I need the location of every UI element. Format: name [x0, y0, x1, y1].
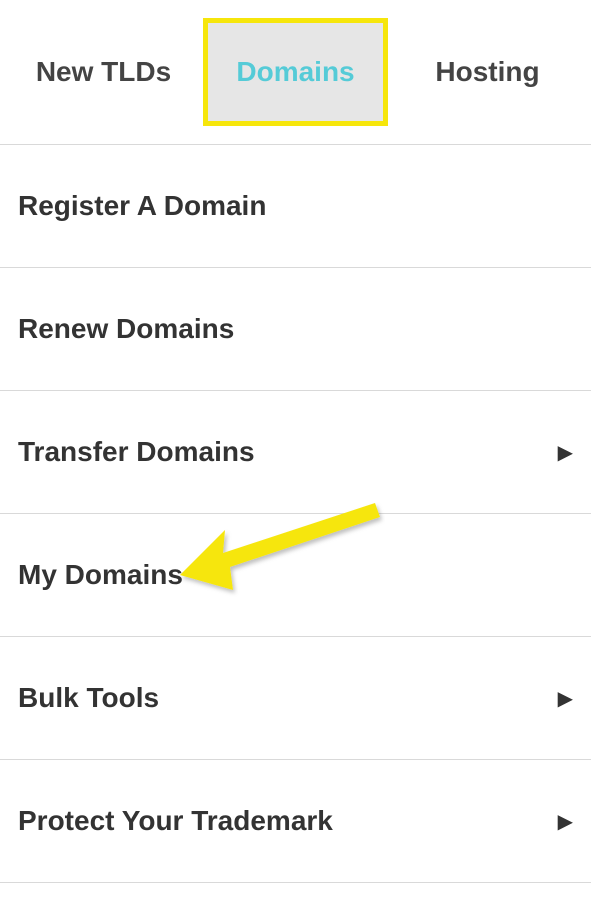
tab-new-tlds[interactable]: New TLDs — [16, 18, 191, 126]
tab-label: Hosting — [435, 56, 539, 88]
tab-label: Domains — [236, 56, 354, 88]
menu-item-label: Transfer Domains — [18, 436, 255, 468]
tab-hosting[interactable]: Hosting — [400, 18, 575, 126]
chevron-right-icon: ▶ — [558, 809, 573, 834]
menu-item-bulk-tools[interactable]: Bulk Tools ▶ — [0, 637, 591, 760]
menu-item-protect-trademark[interactable]: Protect Your Trademark ▶ — [0, 760, 591, 883]
tab-label: New TLDs — [36, 56, 171, 88]
menu-item-label: Register A Domain — [18, 190, 266, 222]
menu-item-my-domains[interactable]: My Domains — [0, 514, 591, 637]
chevron-right-icon: ▶ — [558, 686, 573, 711]
menu-item-label: My Domains — [18, 559, 183, 591]
tab-domains[interactable]: Domains — [203, 18, 388, 126]
nav-tabs: New TLDs Domains Hosting — [0, 0, 591, 145]
menu-item-label: Renew Domains — [18, 313, 234, 345]
menu-item-register-domain[interactable]: Register A Domain — [0, 145, 591, 268]
menu-item-renew-domains[interactable]: Renew Domains — [0, 268, 591, 391]
chevron-right-icon: ▶ — [558, 440, 573, 465]
menu-item-transfer-domains[interactable]: Transfer Domains ▶ — [0, 391, 591, 514]
menu-item-label: Bulk Tools — [18, 682, 159, 714]
menu-item-label: Protect Your Trademark — [18, 805, 333, 837]
